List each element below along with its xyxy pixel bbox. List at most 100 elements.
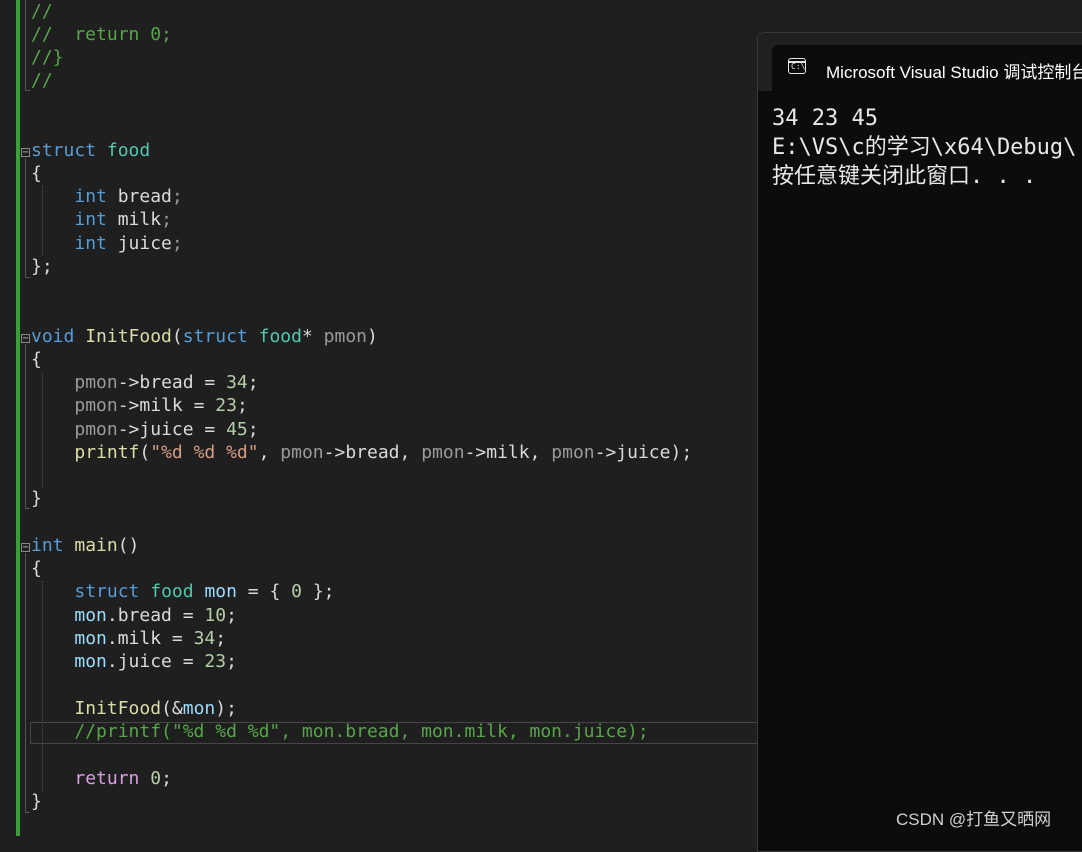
code-line[interactable]: } [31, 790, 42, 813]
code-token: , [258, 442, 281, 463]
code-token: } [31, 791, 42, 812]
code-token: pmon [323, 326, 368, 347]
code-line[interactable]: InitFood(&mon); [31, 697, 237, 720]
code-token: 10 [204, 605, 227, 626]
code-line[interactable]: pmon->juice = 45; [31, 418, 259, 441]
code-token: ; [247, 419, 259, 440]
code-line[interactable]: int juice; [31, 232, 183, 255]
code-line[interactable]: //} [31, 46, 64, 69]
code-line[interactable]: struct food mon = { 0 }; [31, 580, 334, 603]
code-line[interactable]: int bread; [31, 185, 183, 208]
code-line[interactable]: }; [31, 255, 53, 278]
console-icon: C:\ [788, 58, 806, 74]
code-token: struct [182, 326, 248, 347]
code-token: ; [171, 186, 183, 207]
code-token: main [74, 535, 118, 556]
code-line[interactable]: } [31, 487, 42, 510]
code-token: ) [367, 326, 378, 347]
code-token: { [31, 163, 42, 184]
code-line[interactable]: return 0; [31, 767, 172, 790]
code-token: //printf("%d %d %d", mon.bread, mon.milk… [31, 721, 649, 742]
code-token: // [31, 1, 53, 22]
code-token: ; [215, 628, 227, 649]
code-token: mon [74, 651, 107, 672]
code-line[interactable]: struct food [31, 139, 150, 162]
code-line[interactable]: mon.milk = 34; [31, 627, 226, 650]
code-line[interactable]: pmon->milk = 23; [31, 394, 247, 417]
code-line[interactable]: printf("%d %d %d", pmon->bread, pmon->mi… [31, 441, 692, 464]
code-line[interactable]: // [31, 0, 53, 23]
code-line[interactable]: { [31, 557, 42, 580]
code-line[interactable]: { [31, 162, 42, 185]
code-line[interactable]: //printf("%d %d %d", mon.bread, mon.milk… [31, 720, 649, 743]
code-token: ->milk = [117, 395, 216, 416]
code-line[interactable]: int main() [31, 534, 139, 557]
code-line[interactable]: mon.bread = 10; [31, 604, 237, 627]
console-title: Microsoft Visual Studio 调试控制台 [826, 63, 1082, 82]
code-token: food [150, 581, 194, 602]
code-token: ; [161, 209, 172, 230]
code-token: int [31, 535, 64, 556]
code-token: // [31, 70, 53, 91]
code-token: return [74, 768, 140, 789]
outline-line [25, 344, 26, 509]
code-token: mon [74, 605, 107, 626]
debug-console-window[interactable]: C:\ Microsoft Visual Studio 调试控制台 34 23 … [757, 32, 1082, 852]
code-line[interactable]: // return 0; [31, 23, 172, 46]
collapse-toggle-icon[interactable]: − [21, 543, 30, 553]
outline-end [25, 812, 30, 813]
code-line[interactable]: pmon->bread = 34; [31, 371, 258, 394]
code-token: juice [106, 233, 172, 254]
code-line[interactable]: mon.juice = 23; [31, 650, 237, 673]
code-token: 23 [204, 651, 227, 672]
code-line[interactable]: { [31, 348, 42, 371]
code-token: .milk = [106, 628, 194, 649]
watermark: CSDN @打鱼又晒网 [896, 810, 1052, 829]
code-token: int [74, 209, 107, 230]
collapse-toggle-icon[interactable]: − [21, 148, 30, 158]
outline-line [25, 158, 26, 278]
code-token: pmon [74, 372, 118, 393]
code-token: 34 [226, 372, 248, 393]
code-token: () [117, 535, 140, 556]
outline-line [25, 553, 26, 813]
code-token: InitFood [85, 326, 172, 347]
code-token: ; [171, 233, 183, 254]
code-token: } [31, 488, 42, 509]
code-token: * [301, 326, 324, 347]
code-token: ( [171, 326, 183, 347]
code-token: ->bread, [323, 442, 422, 463]
code-token: food [258, 326, 302, 347]
console-titlebar[interactable]: C:\ Microsoft Visual Studio 调试控制台 [758, 33, 1082, 91]
code-token: struct [31, 140, 97, 161]
collapse-toggle-icon[interactable]: − [21, 334, 30, 344]
code-token: //} [31, 47, 64, 68]
code-token: .juice = [106, 651, 205, 672]
code-token: mon [182, 698, 216, 719]
console-tab[interactable]: C:\ Microsoft Visual Studio 调试控制台 [772, 45, 1082, 91]
code-line[interactable]: // [31, 69, 53, 92]
code-line[interactable]: void InitFood(struct food* pmon) [31, 325, 378, 348]
code-token: pmon [421, 442, 465, 463]
code-token: ; [161, 768, 172, 789]
code-token: (& [161, 698, 183, 719]
code-line[interactable]: int milk; [31, 208, 172, 231]
code-token: InitFood [74, 698, 162, 719]
console-output-line: 34 23 45 [772, 106, 878, 131]
code-token: ; [226, 605, 237, 626]
outline-end [25, 277, 30, 278]
